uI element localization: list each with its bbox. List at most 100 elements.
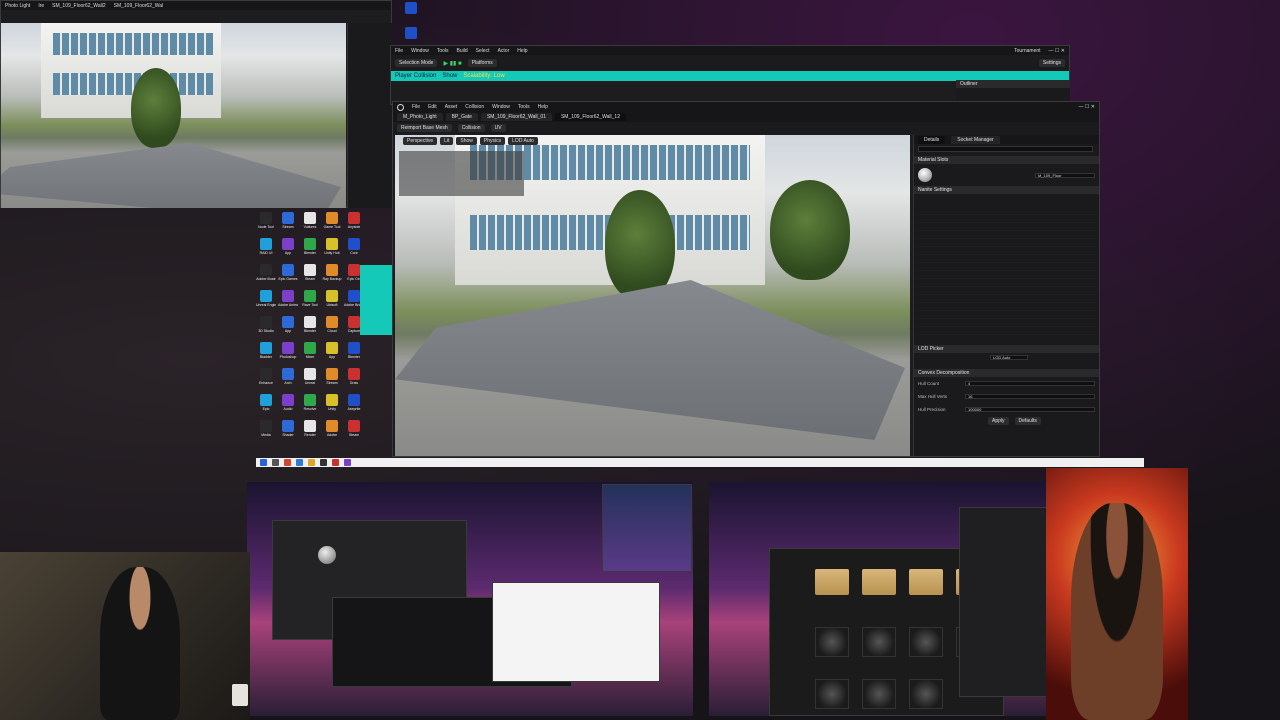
desktop-app-icon[interactable]: Unity Hub — [322, 238, 342, 262]
desktop-app-icon[interactable]: Render — [300, 420, 320, 444]
menu-help[interactable]: Help — [517, 48, 527, 54]
taskbar-app-icon[interactable] — [344, 459, 351, 466]
desktop-app-icon[interactable]: Blender — [300, 238, 320, 262]
desktop-app-icon[interactable]: Adobe — [322, 420, 342, 444]
details-panel[interactable]: Details Socket Manager Material Slots M_… — [913, 135, 1099, 456]
reimport-button[interactable]: Reimport Base Mesh — [397, 124, 452, 132]
hull-count-input[interactable]: 4 — [965, 380, 1095, 386]
desktop-app-icon[interactable]: Rave Tool — [300, 290, 320, 314]
desktop-app-icon[interactable]: Adobe Illustr — [256, 264, 276, 288]
convex-decomposition-header[interactable]: Convex Decomposition — [914, 369, 1099, 377]
menu-select[interactable]: Select — [476, 48, 490, 54]
collision-button[interactable]: Collision — [457, 124, 485, 132]
desktop-app-icon[interactable]: Unreal Engine — [256, 290, 276, 314]
menu-item[interactable]: Asset — [445, 104, 458, 110]
menu-actor[interactable]: Actor — [498, 48, 510, 54]
desktop-app-icon[interactable]: Unreal — [300, 368, 320, 392]
desktop-app-icon[interactable]: Arch — [278, 368, 298, 392]
windows-taskbar[interactable] — [256, 458, 1144, 467]
desktop-app-icon[interactable]: Shader — [278, 420, 298, 444]
settings-button[interactable]: Settings — [1038, 59, 1065, 67]
status-item[interactable]: Show — [442, 73, 457, 79]
tab-bp-gate[interactable]: BP_Gate — [445, 113, 478, 121]
static-mesh-editor-window[interactable]: File Edit Asset Collision Window Tools H… — [392, 101, 1100, 457]
window-controls[interactable]: — ☐ ✕ — [1049, 48, 1065, 54]
desktop-app-icon[interactable]: Ray Backup — [322, 264, 342, 288]
uv-button[interactable]: UV — [490, 124, 506, 132]
details-tab[interactable]: Details — [918, 135, 946, 144]
desktop-app-icon[interactable]: Core — [344, 238, 364, 262]
lod-field[interactable]: LOD Auto — [990, 355, 1028, 360]
menu-item[interactable]: Tools — [518, 104, 530, 110]
platforms-button[interactable]: Platforms — [467, 59, 497, 67]
desktop-app-icon[interactable]: Stream — [322, 368, 342, 392]
perspective-button[interactable]: Perspective — [403, 137, 438, 145]
menu-item[interactable]: Window — [492, 104, 510, 110]
desktop-app-icon[interactable]: Resolve — [300, 394, 320, 418]
desktop-app-icon[interactable]: Steam — [300, 264, 320, 288]
desktop-app-icon[interactable]: Stream — [278, 212, 298, 236]
defaults-button[interactable]: Defaults — [1014, 417, 1041, 425]
desktop-app-icon[interactable]: Vultures — [300, 212, 320, 236]
status-item[interactable]: Player Collision — [395, 73, 436, 79]
play-icon[interactable]: ▶ ▮▮ ■ — [443, 60, 461, 67]
desktop-app-icon[interactable]: Enhance — [256, 368, 276, 392]
desktop-app-icon[interactable]: Adobe Animate — [278, 290, 298, 314]
lod-button[interactable]: LOD Auto — [508, 137, 538, 145]
desktop-app-icon[interactable]: Epic — [256, 394, 276, 418]
desktop-app-icon[interactable]: Media — [256, 420, 276, 444]
desktop-app-icon[interactable]: Photoshop — [278, 342, 298, 366]
desktop-app-icon[interactable]: Unity — [322, 394, 342, 418]
socket-manager-tab[interactable]: Socket Manager — [951, 135, 1000, 144]
apply-button[interactable]: Apply — [988, 417, 1009, 425]
physics-button[interactable]: Physics — [479, 137, 506, 145]
desktop-app-icon[interactable]: Bladder — [256, 342, 276, 366]
desktop-app-icon[interactable]: Draw — [344, 368, 364, 392]
top-left-editor-window[interactable]: Photo Light Ire SM_109_Floor62_Wall2 SM_… — [0, 0, 393, 208]
desktop-app-icon[interactable]: Blender — [300, 316, 320, 340]
unreal-desktop-icon[interactable] — [405, 27, 417, 39]
window-controls[interactable]: — ☐ ✕ — [1079, 104, 1095, 110]
desktop-app-icon[interactable]: Steam — [344, 420, 364, 444]
desktop-app-icon[interactable]: Anyside — [344, 212, 364, 236]
details-search[interactable] — [918, 146, 1093, 152]
desktop-app-icon[interactable]: App — [322, 342, 342, 366]
desktop-app-icon[interactable]: Mixer — [300, 342, 320, 366]
menu-item[interactable]: Help — [538, 104, 548, 110]
desktop-app-icon[interactable]: Game Tool — [322, 212, 342, 236]
mesh-viewport[interactable]: Perspective Lit Show Physics LOD Auto — [395, 135, 910, 456]
lit-button[interactable]: Lit — [440, 137, 454, 145]
desktop-app-icon[interactable]: Audio — [278, 394, 298, 418]
menu-file[interactable]: File — [395, 48, 403, 54]
selection-mode-button[interactable]: Selection Mode — [395, 59, 438, 67]
desktop-app-icon[interactable]: App — [278, 316, 298, 340]
tab-wall-01[interactable]: SM_109_Floor62_Wall_01 — [480, 113, 552, 121]
tab-photo-light[interactable]: M_Photo_Light — [397, 113, 443, 121]
max-hull-verts-input[interactable]: 16 — [965, 393, 1095, 399]
menu-item[interactable]: File — [412, 104, 420, 110]
lod-picker-header[interactable]: LOD Picker — [914, 345, 1099, 353]
tab-wall-12[interactable]: SM_109_Floor62_Wall_12 — [554, 113, 626, 121]
material-slots-header[interactable]: Material Slots — [914, 156, 1099, 164]
desktop-app-icon[interactable]: RAID UI — [256, 238, 276, 262]
menu-item[interactable]: Collision — [465, 104, 484, 110]
menu-window[interactable]: Window — [411, 48, 429, 54]
desktop-app-icon[interactable]: App — [278, 238, 298, 262]
top-left-side-panel[interactable] — [347, 23, 393, 208]
hull-precision-input[interactable]: 100000 — [965, 406, 1095, 412]
desktop-app-icon[interactable]: 3D Studio — [256, 316, 276, 340]
desktop-app-icon[interactable]: Blender — [344, 342, 364, 366]
menu-build[interactable]: Build — [457, 48, 468, 54]
unreal-desktop-icon[interactable] — [405, 2, 417, 14]
taskbar-app-icon[interactable] — [320, 459, 327, 466]
desktop-app-icon[interactable]: Node Tool — [256, 212, 276, 236]
top-left-viewport[interactable] — [1, 23, 346, 208]
desktop-app-icon[interactable]: Ubisoft — [322, 290, 342, 314]
nanite-settings-header[interactable]: Nanite Settings — [914, 186, 1099, 194]
desktop-app-icon[interactable]: Aseprite — [344, 394, 364, 418]
menu-tools[interactable]: Tools — [437, 48, 449, 54]
search-icon[interactable] — [272, 459, 279, 466]
material-field[interactable]: M_109_Floor — [1035, 172, 1095, 178]
menu-item[interactable]: Edit — [428, 104, 437, 110]
start-icon[interactable] — [260, 459, 267, 466]
